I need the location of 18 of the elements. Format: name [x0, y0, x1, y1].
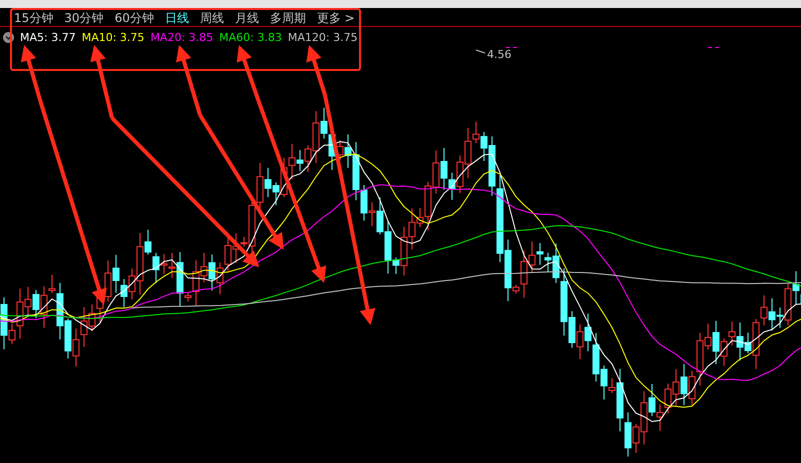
- moving-average-reading: MA60: 3.83: [219, 30, 282, 44]
- period-tab[interactable]: 15分钟: [14, 11, 54, 26]
- chevron-down-icon[interactable]: [3, 32, 14, 42]
- period-tab[interactable]: 更多 >: [316, 11, 355, 26]
- moving-average-reading: MA10: 3.75: [82, 30, 144, 44]
- leader-line: [476, 50, 486, 54]
- signal-marker: [506, 47, 517, 48]
- period-tab[interactable]: 30分钟: [64, 11, 104, 26]
- period-tab[interactable]: 周线: [200, 11, 224, 26]
- moving-average-reading: MA20: 3.85: [150, 30, 214, 44]
- high-price-label: 4.56: [487, 48, 512, 61]
- period-tab[interactable]: 日线: [164, 11, 189, 26]
- signal-marker: [708, 47, 719, 48]
- period-tab[interactable]: 月线: [234, 11, 259, 26]
- moving-average-reading: MA120: 3.75: [288, 30, 358, 44]
- period-tab[interactable]: 多周期: [270, 11, 306, 26]
- period-tab[interactable]: 60分钟: [114, 11, 154, 26]
- moving-average-reading: MA5: 3.77: [20, 30, 76, 44]
